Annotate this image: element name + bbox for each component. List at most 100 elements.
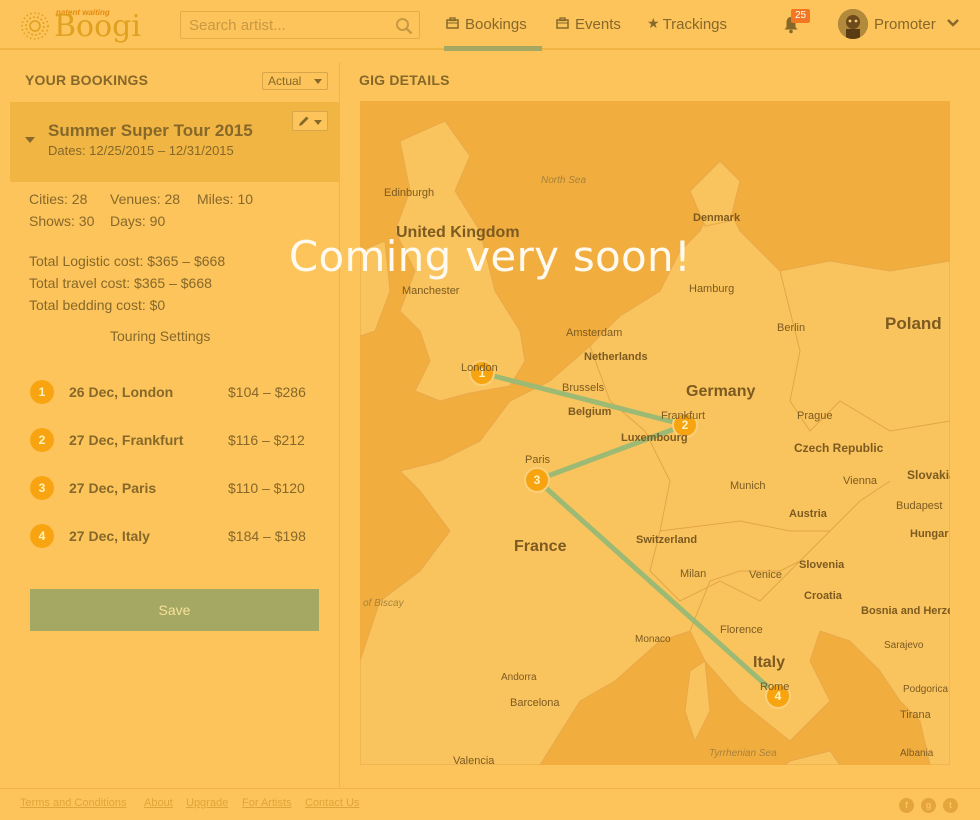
stat-bedding-cost: Total bedding cost: $0	[29, 297, 166, 313]
map-label-sea: Tyrrhenian Sea	[709, 748, 777, 759]
stop-price: $110 – $120	[228, 480, 305, 496]
map-label-city: Florence	[720, 624, 763, 636]
map-label-city: Frankfurt	[661, 410, 705, 422]
map-label-sea: North Sea	[541, 175, 586, 186]
map-label-sea: of Biscay	[363, 598, 405, 609]
sun-logo-icon	[21, 12, 49, 40]
map-label-city: Podgorica	[903, 684, 948, 695]
stop-price: $184 – $198	[228, 528, 306, 544]
nav-events-label: Events	[575, 16, 621, 33]
stat-days: Days: 90	[110, 213, 166, 229]
logo-text: Boogi	[54, 9, 141, 44]
touring-settings-link[interactable]: Touring Settings	[110, 328, 210, 344]
save-button[interactable]: Save	[30, 589, 319, 631]
bookings-panel: YOUR BOOKINGS Actual Summer Super Tour 2…	[10, 62, 340, 788]
stat-cities: Cities: 28	[29, 191, 88, 207]
stop-number: 3	[30, 476, 54, 500]
map-label-country: Slovakia	[907, 468, 950, 482]
map-label-city: Berlin	[777, 322, 805, 334]
map-label-country: Bosnia and Herzegovina	[861, 605, 950, 617]
search-input[interactable]	[181, 12, 391, 38]
map-label-city: Milan	[680, 568, 706, 580]
map-label-country: Andorra	[501, 672, 537, 683]
tour-dates: Dates: 12/25/2015 – 12/31/2015	[48, 143, 234, 158]
list-item[interactable]: 2 27 Dec, Frankfurt $116 – $212	[30, 428, 320, 452]
stop-name: 27 Dec, Italy	[69, 528, 150, 544]
stop-number: 1	[30, 380, 54, 404]
map-label-city: Tirana	[900, 709, 932, 721]
map-label-city: Sarajevo	[884, 640, 924, 651]
map-label-city: Manchester	[402, 285, 460, 297]
nav-bookings[interactable]: Bookings	[444, 0, 542, 51]
stat-miles: Miles: 10	[197, 191, 254, 207]
nav-events[interactable]: Events	[556, 0, 621, 50]
map-label-country: France	[514, 538, 567, 555]
stop-name: 27 Dec, Frankfurt	[69, 432, 184, 448]
tour-name: Summer Super Tour 2015	[48, 121, 253, 140]
nav-trackings[interactable]: ★ Trackings	[647, 0, 727, 50]
map-label-country: Luxembourg	[621, 432, 688, 444]
map-label-city: Brussels	[562, 382, 605, 394]
edit-tour-button[interactable]	[292, 111, 328, 131]
stop-name: 26 Dec, London	[69, 384, 174, 400]
nav-bookings-label: Bookings	[465, 16, 527, 33]
tour-header[interactable]: Summer Super Tour 2015 Dates: 12/25/2015…	[10, 102, 340, 182]
panel-title-bookings: YOUR BOOKINGS	[25, 72, 149, 88]
map-label-country: Switzerland	[636, 534, 697, 546]
stop-price: $104 – $286	[228, 384, 306, 400]
user-menu-label[interactable]: Promoter	[874, 0, 936, 50]
caret-down-icon[interactable]	[25, 137, 35, 143]
logo[interactable]: patent waiting Boogi	[20, 8, 141, 44]
map-label-city: Valencia	[453, 755, 495, 765]
chevron-down-icon[interactable]	[946, 18, 960, 28]
search-icon[interactable]	[395, 17, 413, 35]
notification-badge: 25	[791, 9, 811, 23]
map-label-country: Croatia	[804, 590, 843, 602]
map-label-country: Italy	[753, 654, 785, 671]
map-label-country: Monaco	[635, 634, 671, 645]
coming-soon-overlay: Coming very soon!	[288, 232, 692, 281]
map-label-city: Edinburgh	[384, 187, 434, 199]
map-label-country: Hungar	[910, 528, 949, 540]
map-label-city: Hamburg	[689, 283, 734, 295]
map-label-country: Denmark	[693, 212, 741, 224]
stop-number: 4	[30, 524, 54, 548]
map-label-country: Czech Republic	[794, 441, 884, 455]
list-item[interactable]: 1 26 Dec, London $104 – $286	[30, 380, 320, 404]
nav-trackings-label: Trackings	[662, 16, 728, 33]
footer-link-for-artists[interactable]: For Artists	[242, 797, 292, 809]
map-canvas: 1 2 3 4 North Sea Tyrrhenian Sea of Bisc…	[360, 101, 950, 765]
calendar-icon	[556, 17, 569, 29]
facebook-icon[interactable]: f	[899, 798, 914, 813]
map-label-city: Munich	[730, 480, 765, 492]
stop-name: 27 Dec, Paris	[69, 480, 157, 496]
gig-details-panel: GIG DETAILS 1 2 3 4 North Sea Tyrrhenian…	[340, 62, 970, 788]
briefcase-icon	[446, 17, 459, 29]
stat-shows: Shows: 30	[29, 213, 95, 229]
user-avatar-icon	[838, 9, 868, 39]
map-label-country: Germany	[686, 383, 755, 400]
map-label-country: Belgium	[568, 406, 612, 418]
marker-label: 3	[534, 473, 541, 487]
list-item[interactable]: 4 27 Dec, Italy $184 – $198	[30, 524, 320, 548]
map-label-country: Slovenia	[799, 559, 845, 571]
map-marker-3[interactable]: 3	[524, 467, 550, 493]
search-box	[180, 11, 420, 39]
caret-down-icon	[314, 79, 322, 84]
list-item[interactable]: 3 27 Dec, Paris $110 – $120	[30, 476, 320, 500]
panel-title-gig-details: GIG DETAILS	[359, 72, 450, 88]
footer-link-about[interactable]: About	[144, 797, 173, 809]
footer-link-terms[interactable]: Terms and Conditions	[20, 797, 126, 809]
google-plus-icon[interactable]: g	[921, 798, 936, 813]
avatar[interactable]	[838, 9, 868, 39]
map-label-country: Albania	[900, 748, 934, 759]
map-label-city: Amsterdam	[566, 327, 622, 339]
footer-link-contact[interactable]: Contact Us	[305, 797, 359, 809]
caret-down-icon	[314, 120, 322, 125]
footer-link-upgrade[interactable]: Upgrade	[186, 797, 228, 809]
footer: Terms and Conditions About Upgrade For A…	[0, 788, 980, 820]
map-label-country: Netherlands	[584, 351, 648, 363]
twitter-icon[interactable]: t	[943, 798, 958, 813]
bookings-filter-select[interactable]: Actual	[262, 72, 328, 90]
route-map[interactable]: 1 2 3 4 North Sea Tyrrhenian Sea of Bisc…	[360, 101, 950, 765]
